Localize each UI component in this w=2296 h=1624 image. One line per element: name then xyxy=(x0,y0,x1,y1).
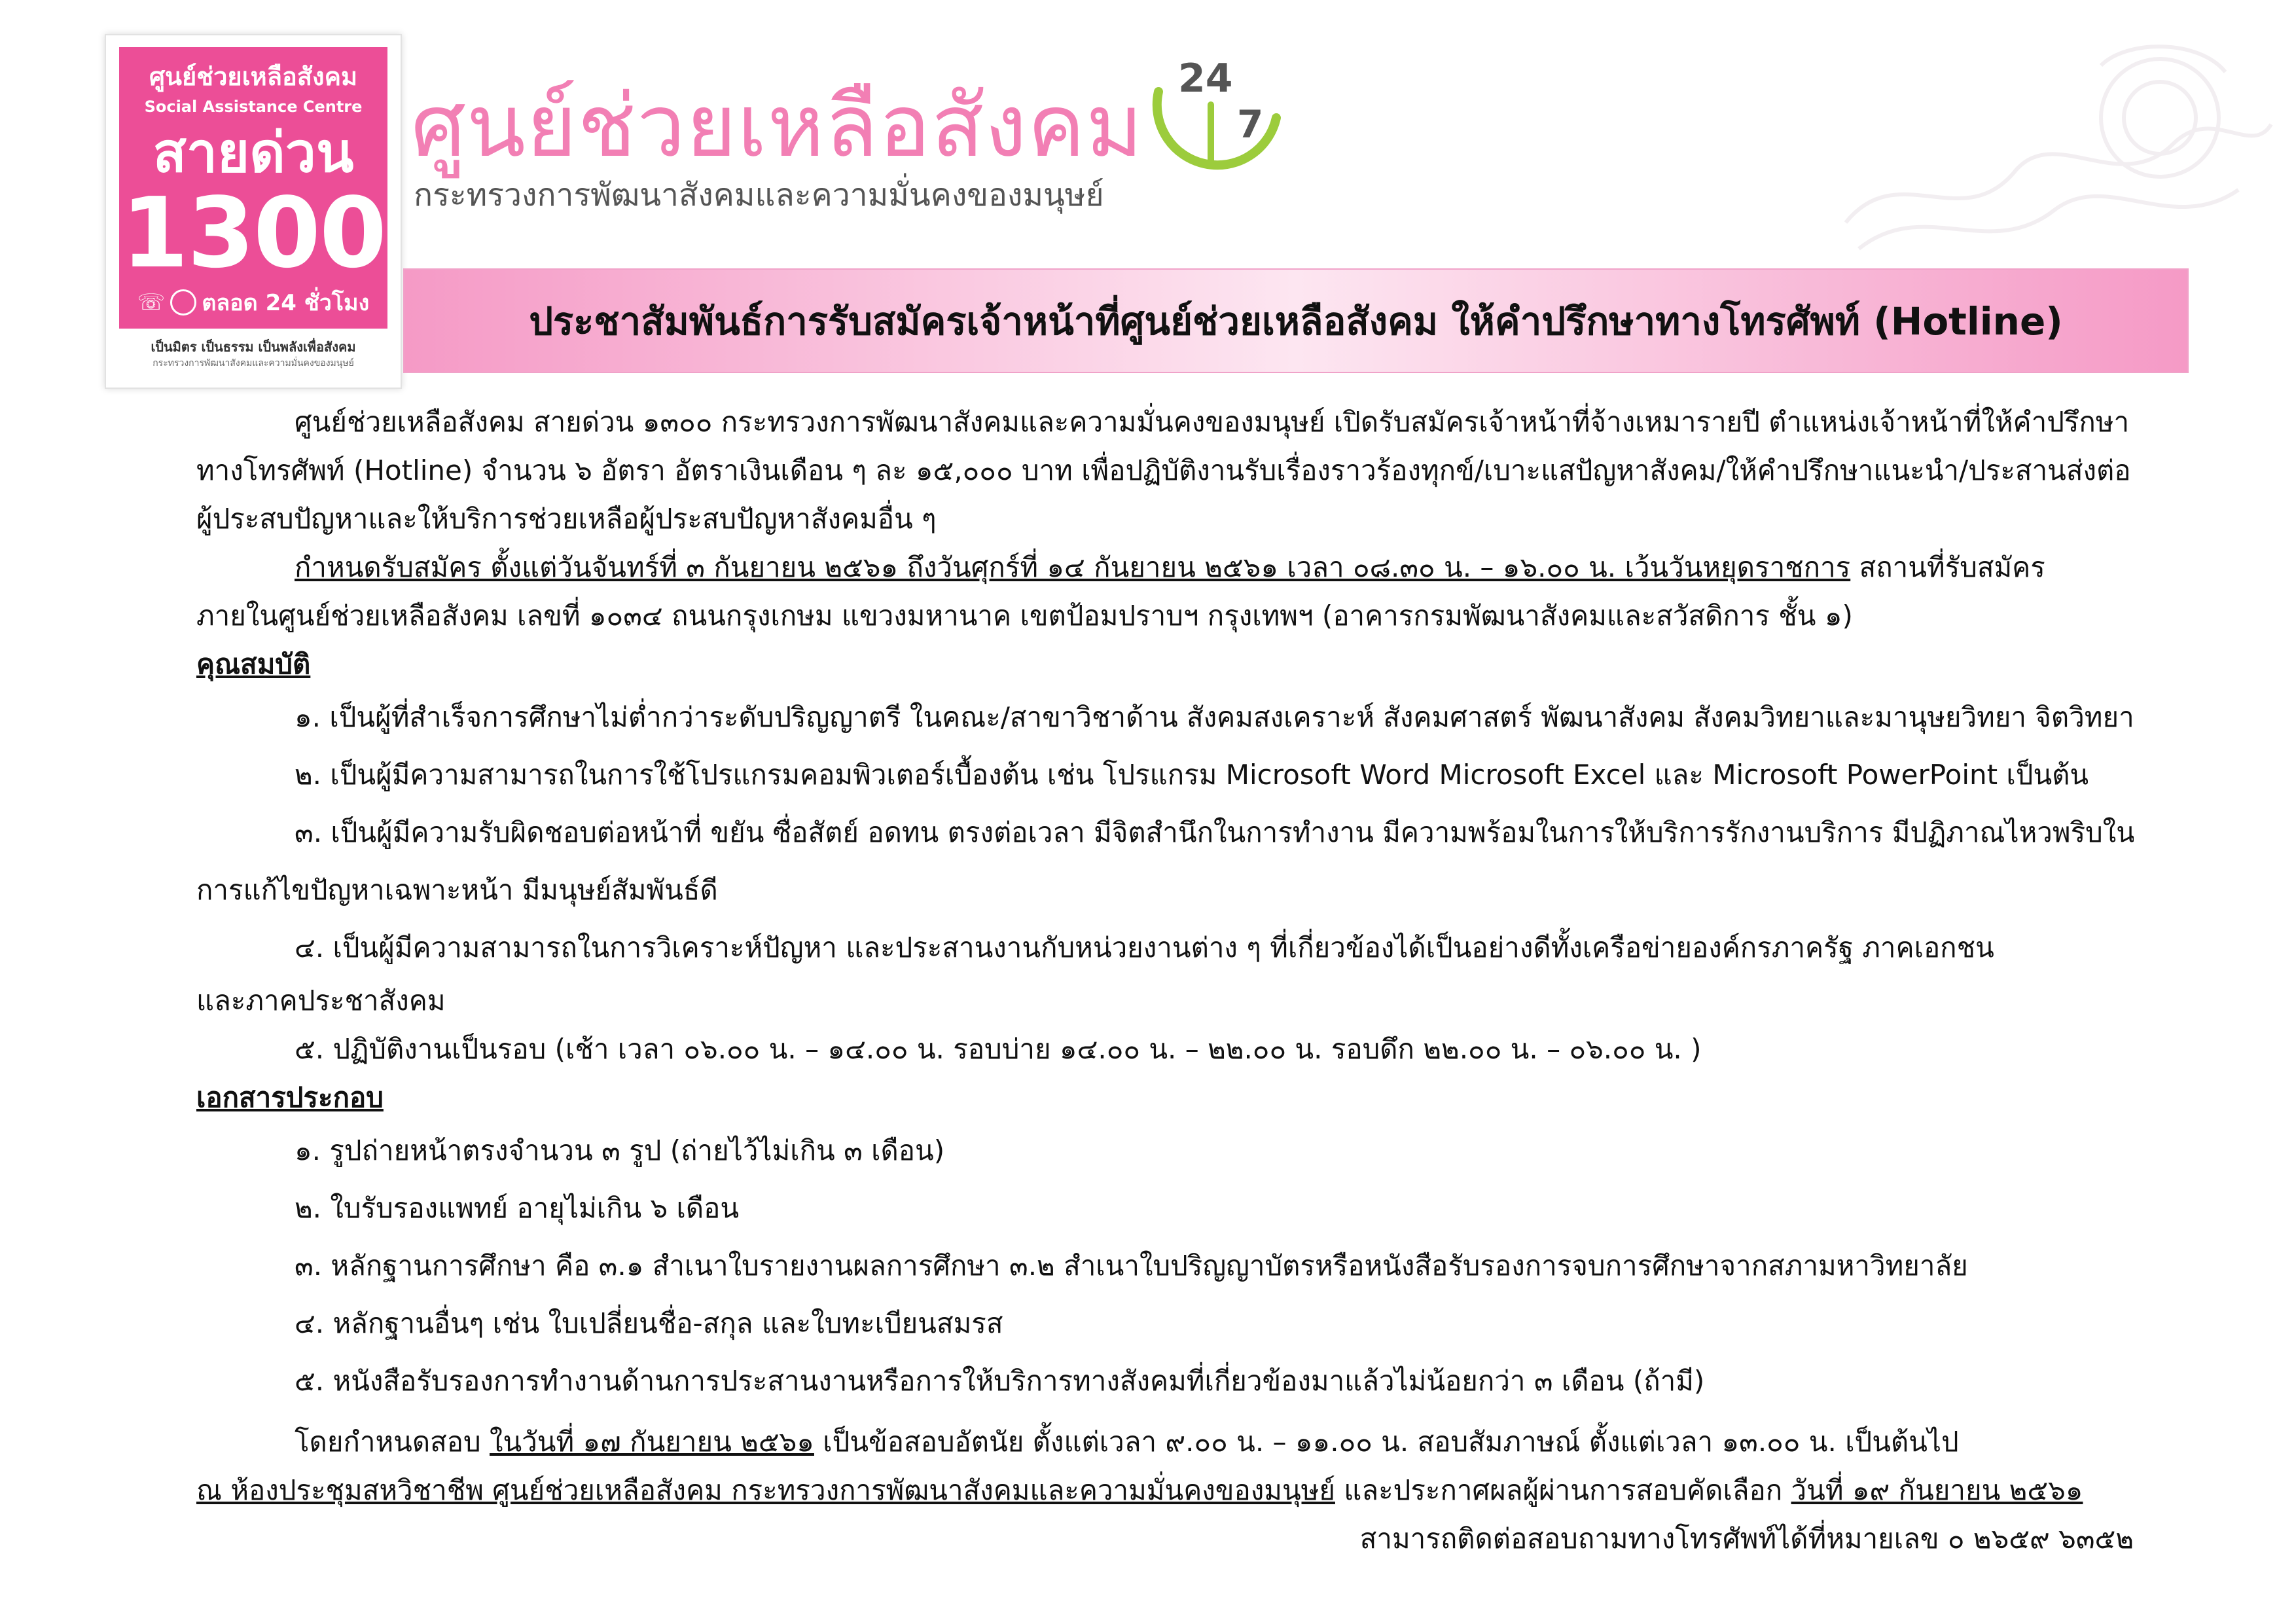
page-title: ประชาสัมพันธ์การรับสมัครเจ้าหน้าที่ศูนย์… xyxy=(529,298,2063,344)
exam-date: ในวันที่ ๑๗ กันยายน ๒๕๖๑ xyxy=(490,1426,814,1458)
logo-hours: ตลอด 24 ชั่วโมง xyxy=(202,290,370,316)
logo-name-en: Social Assistance Centre xyxy=(144,98,363,116)
announcement-body: ศูนย์ช่วยเหลือสังคม สายด่วน ๑๓๐๐ กระทรวง… xyxy=(196,398,2134,1563)
logo-hotline-number: 1300 xyxy=(121,177,387,289)
intro-line: ทางโทรศัพท์ (Hotline) จำนวน ๖ อัตรา อัตร… xyxy=(196,454,2131,486)
document-item: ๒. ใบรับรองแพทย์ อายุไม่เกิน ๖ เดือน xyxy=(295,1192,740,1224)
qualification-item: ๒. เป็นผู้มีความสามารถในการใช้โปรแกรมคอม… xyxy=(295,759,2089,791)
result-date: วันที่ ๑๙ กันยายน ๒๕๖๑ xyxy=(1791,1474,2083,1506)
documents-heading: เอกสารประกอบ xyxy=(196,1081,384,1113)
qualification-item: ๔. เป็นผู้มีความสามารถในการวิเคราะห์ปัญห… xyxy=(295,931,1994,964)
title-banner: ประชาสัมพันธ์การรับสมัครเจ้าหน้าที่ศูนย์… xyxy=(403,268,2189,373)
badge-24-text: 24 xyxy=(1178,56,1233,101)
document-item: ๔. หลักฐานอื่นๆ เช่น ใบเปลี่ยนชื่อ-สกุล … xyxy=(295,1307,1003,1339)
logo-name-th: ศูนย์ช่วยเหลือสังคม xyxy=(149,62,358,91)
exam-schedule: เป็นข้อสอบอัตนัย ตั้งแต่เวลา ๙.๐๐ น. – ๑… xyxy=(814,1426,1959,1458)
application-place: ภายในศูนย์ช่วยเหลือสังคม เลขที่ ๑๐๓๔ ถนน… xyxy=(196,600,1853,632)
intro-line: ศูนย์ช่วยเหลือสังคม สายด่วน ๑๓๐๐ กระทรวง… xyxy=(295,406,2130,438)
logo-hours-row: ☏ ตลอด 24 ชั่วโมง xyxy=(119,285,387,320)
logo-hotline-label: สายด่วน xyxy=(152,120,354,185)
document-item: ๑. รูปถ่ายหน้าตรงจำนวน ๓ รูป (ถ่ายไว้ไม่… xyxy=(295,1134,945,1166)
qualifications-heading: คุณสมบัติ xyxy=(196,648,311,680)
qualification-item: ๓. เป็นผู้มีความรับผิดชอบต่อหน้าที่ ขยัน… xyxy=(295,816,2134,848)
brand-subtitle: กระทรวงการพัฒนาสังคมและความมั่นคงของมนุษ… xyxy=(414,177,1104,213)
exam-date-line: โดยกำหนดสอบ ในวันที่ ๑๗ กันยายน ๒๕๖๑ เป็… xyxy=(196,1418,2134,1466)
qualification-item-cont: การแก้ไขปัญหาเฉพาะหน้า มีมนุษย์สัมพันธ์ด… xyxy=(196,874,718,906)
application-period-line: กำหนดรับสมัคร ตั้งแต่วันจันทร์ที่ ๓ กันย… xyxy=(196,543,2134,592)
brand-title: ศูนย์ช่วยเหลือสังคม xyxy=(411,76,1144,177)
document-item: ๕. หนังสือรับรองการทำงานด้านการประสานงาน… xyxy=(295,1365,1705,1397)
logo-slogan: เป็นมิตร เป็นธรรม เป็นพลังเพื่อสังคม xyxy=(151,339,356,355)
application-place-label: สถานที่รับสมัคร xyxy=(1850,551,2045,583)
exam-venue-line: ณ ห้องประชุมสหวิชาชีพ ศูนย์ช่วยเหลือสังค… xyxy=(196,1466,2134,1515)
intro-line: ผู้ประสบปัญหาและให้บริการช่วยเหลือผู้ประ… xyxy=(196,503,937,535)
24-7-badge-icon: 24 7 xyxy=(1152,56,1281,170)
logo-slogan-sub: กระทรวงการพัฒนาสังคมและความมั่นคงของมนุษ… xyxy=(152,358,354,369)
exam-venue: ณ ห้องประชุมสหวิชาชีพ ศูนย์ช่วยเหลือสังค… xyxy=(196,1474,1335,1506)
hotline-logo: ศูนย์ช่วยเหลือสังคม Social Assistance Ce… xyxy=(105,34,402,389)
qualification-item: ๑. เป็นผู้ที่สำเร็จการศึกษาไม่ต่ำกว่าระด… xyxy=(295,701,2134,733)
application-period: กำหนดรับสมัคร ตั้งแต่วันจันทร์ที่ ๓ กันย… xyxy=(295,551,1851,583)
qualification-item: ๕. ปฏิบัติงานเป็นรอบ (เช้า เวลา ๐๖.๐๐ น.… xyxy=(295,1033,1702,1065)
exam-intro: โดยกำหนดสอบ xyxy=(295,1426,490,1458)
badge-7-text: 7 xyxy=(1237,102,1263,147)
emblem-watermark-icon xyxy=(1844,45,2273,251)
result-announcement-label: และประกาศผลผู้ผ่านการสอบคัดเลือก xyxy=(1335,1474,1791,1506)
contact-phone: สามารถติดต่อสอบถามทางโทรศัพท์ได้ที่หมายเ… xyxy=(1359,1523,2134,1555)
hotline-logo-panel: ศูนย์ช่วยเหลือสังคม Social Assistance Ce… xyxy=(119,47,387,329)
phone-icon: ☏ xyxy=(137,289,166,316)
qualification-item-cont: และภาคประชาสังคม xyxy=(196,984,446,1017)
chat-icon xyxy=(170,289,197,316)
document-item: ๓. หลักฐานการศึกษา คือ ๓.๑ สำเนาใบรายงาน… xyxy=(295,1250,1968,1282)
